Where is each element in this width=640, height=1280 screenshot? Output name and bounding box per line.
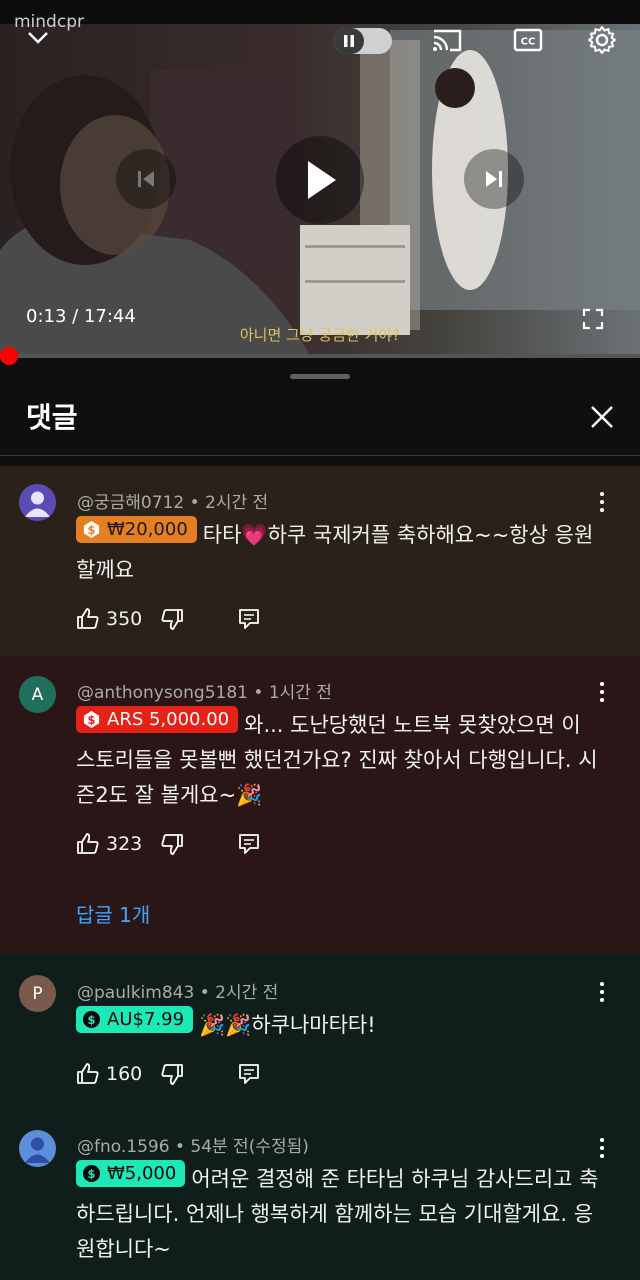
avatar-letter: A (31, 684, 44, 705)
comment-body: $ ₩20,000 타타💗하쿠 국제커플 축하해요~~항상 응원할께요 (76, 516, 606, 588)
play-button[interactable] (276, 136, 364, 224)
more-vert-icon (600, 982, 604, 1002)
minimize-button[interactable] (22, 24, 54, 52)
super-thanks-chip: $ ARS 5,000.00 (76, 706, 239, 733)
comment-actions: 160 (76, 1059, 260, 1089)
closed-captions-icon: CC (513, 28, 543, 52)
more-vert-icon (600, 1138, 604, 1158)
reply-icon[interactable] (238, 833, 260, 855)
view-replies-button[interactable]: 답글 1개 (76, 899, 150, 928)
super-thanks-icon: $ (82, 1010, 101, 1029)
comment-body: $ AU$7.99 🎉🎉하쿠나마타타! (76, 1006, 606, 1043)
comment-meta: @anthonysong5181 • 1시간 전 (77, 683, 332, 703)
comment-item: P @paulkim843 • 2시간 전 $ AU$7.99 🎉🎉하쿠나마타타! … (0, 954, 640, 1280)
author-handle[interactable]: @fno.1596 (77, 1137, 170, 1157)
chevron-down-icon (28, 32, 48, 44)
chip-amount: ₩20,000 (107, 519, 188, 540)
super-thanks-chip: $ AU$7.99 (76, 1006, 194, 1033)
video-subtitle: 아니면 그냥 궁금한 거야? (239, 326, 401, 344)
avatar[interactable] (19, 484, 56, 521)
close-button[interactable] (585, 400, 619, 434)
svg-text:$: $ (88, 1167, 96, 1181)
more-button[interactable] (590, 680, 614, 704)
comment-text: 🎉🎉하쿠나마타타! (199, 1013, 376, 1037)
avatar[interactable]: P (19, 975, 56, 1012)
like-icon[interactable] (76, 832, 100, 856)
super-thanks-icon: $ (83, 710, 100, 729)
chip-amount: ₩5,000 (107, 1163, 177, 1184)
divider (0, 455, 640, 456)
like-count: 160 (106, 1063, 143, 1085)
comment-body: $ ₩5,000 어려운 결정해 준 타타님 하쿠님 감사드리고 축하드립니다. 언… (76, 1160, 606, 1267)
dislike-icon[interactable] (160, 1062, 184, 1086)
gear-icon (588, 26, 616, 54)
comment-time: 54분 전(수정됨) (190, 1137, 309, 1157)
previous-button[interactable] (116, 149, 176, 209)
cast-button[interactable] (429, 24, 465, 56)
like-icon[interactable] (76, 1062, 100, 1086)
play-icon (308, 161, 336, 199)
comment-time: 2시간 전 (215, 983, 279, 1003)
dislike-icon[interactable] (160, 607, 184, 631)
more-button[interactable] (590, 1136, 614, 1160)
super-thanks-chip: $ ₩5,000 (76, 1160, 186, 1187)
pause-icon (344, 35, 354, 47)
autoplay-toggle[interactable] (334, 28, 392, 54)
more-button[interactable] (590, 980, 614, 1004)
super-thanks-chip: $ ₩20,000 (76, 516, 197, 543)
progress-scrubber[interactable] (0, 347, 18, 365)
super-thanks-icon: $ (82, 1164, 101, 1183)
reply-icon[interactable] (238, 1063, 260, 1085)
comment-actions: 350 (76, 604, 260, 634)
comment-time: 2시간 전 (205, 493, 269, 513)
skip-previous-icon (138, 171, 154, 187)
default-avatar-icon (25, 1137, 50, 1163)
next-button[interactable] (464, 149, 524, 209)
author-handle[interactable]: @궁금해0712 (77, 493, 184, 513)
default-avatar-icon (25, 491, 50, 517)
super-thanks-icon: $ (83, 520, 100, 539)
comment-meta: @fno.1596 • 54분 전(수정됨) (77, 1137, 309, 1157)
like-count: 323 (106, 833, 143, 855)
chip-amount: ARS 5,000.00 (107, 709, 230, 730)
comments-title: 댓글 (26, 401, 78, 434)
svg-text:$: $ (88, 1013, 96, 1027)
autoplay-knob (334, 28, 364, 54)
captions-button[interactable]: CC (512, 26, 544, 54)
more-button[interactable] (590, 490, 614, 514)
reply-icon[interactable] (238, 608, 260, 630)
author-handle[interactable]: @anthonysong5181 (77, 683, 248, 703)
skip-next-icon (486, 171, 502, 187)
video-player[interactable]: mindcpr CC 0:13 / 17:44 아니면 그냥 궁금한 거야? (0, 0, 640, 355)
avatar[interactable]: A (19, 676, 56, 713)
like-icon[interactable] (76, 607, 100, 631)
comment-time: 1시간 전 (268, 683, 332, 703)
progress-bar[interactable] (0, 354, 640, 358)
comment-meta: @paulkim843 • 2시간 전 (77, 983, 279, 1003)
comment-body: $ ARS 5,000.00 와... 도난당했던 노트북 못찾았으면 이 스토리들… (76, 706, 606, 813)
avatar-letter: P (32, 983, 43, 1004)
author-handle[interactable]: @paulkim843 (77, 983, 194, 1003)
avatar[interactable] (19, 1130, 56, 1167)
more-vert-icon (600, 492, 604, 512)
like-count: 350 (106, 608, 143, 630)
cast-icon (433, 29, 462, 52)
drag-handle[interactable] (290, 374, 350, 379)
svg-text:$: $ (88, 523, 96, 537)
comment-item: A @anthonysong5181 • 1시간 전 $ ARS 5,000.00… (0, 656, 640, 954)
more-vert-icon (600, 682, 604, 702)
chip-amount: AU$7.99 (107, 1009, 185, 1030)
comment-meta: @궁금해0712 • 2시간 전 (77, 493, 269, 513)
comment-actions: 323 (76, 829, 260, 859)
settings-button[interactable] (584, 22, 620, 58)
dislike-icon[interactable] (160, 832, 184, 856)
close-icon (591, 406, 613, 428)
comment-item: @궁금해0712 • 2시간 전 $ ₩20,000 타타💗하쿠 국제커플 축하해요… (0, 466, 640, 656)
svg-text:$: $ (88, 713, 96, 727)
svg-text:CC: CC (521, 37, 536, 48)
